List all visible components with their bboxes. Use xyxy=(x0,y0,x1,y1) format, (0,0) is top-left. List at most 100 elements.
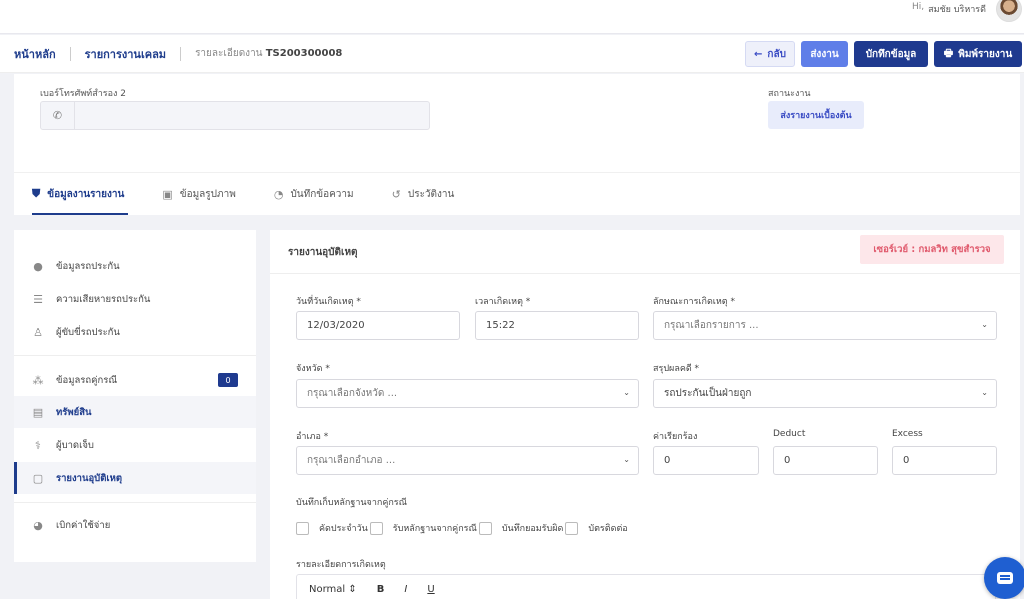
tab-bar: ⛊ ข้อมูลงานรายงาน ▣ ข้อมูลรูปภาพ ◔ บันทึกข้… xyxy=(14,172,1020,215)
excess-field[interactable]: 0 xyxy=(892,446,997,475)
excess-label: Excess xyxy=(892,429,923,439)
phone-icon: ✆ xyxy=(41,102,75,129)
sidebar-item-label: ข้อมูลรถคู่กรณี xyxy=(56,374,118,386)
breadcrumb: หน้าหลัก รายการงานเคลม รายละเอียดงาน TS2… xyxy=(0,35,1024,73)
time-label: เวลาเกิดเหตุ * xyxy=(475,297,531,307)
tab-notes[interactable]: ◔ บันทึกข้อความ xyxy=(274,173,374,215)
rich-text-toolbar: Normal ⇕ B I U xyxy=(296,574,996,599)
claim-amount-field[interactable]: 0 xyxy=(653,446,759,475)
tab-report-info[interactable]: ⛊ ข้อมูลงานรายงาน xyxy=(32,173,144,215)
district-label: อำเภอ * xyxy=(296,432,329,442)
user-outline-icon: ♙ xyxy=(33,325,43,339)
avatar[interactable] xyxy=(996,0,1022,22)
person-icon: ● xyxy=(33,259,43,273)
send-job-button[interactable]: ส่งงาน xyxy=(801,41,848,67)
sidebar-item-accident-report[interactable]: ▢ รายงานอุบัติเหตุ xyxy=(14,462,256,494)
checkbox-admission[interactable] xyxy=(478,521,492,535)
italic-button[interactable]: I xyxy=(404,584,407,595)
tab-history[interactable]: ↺ ประวัติงาน xyxy=(392,173,475,215)
breadcrumb-divider xyxy=(180,46,182,61)
claim-amount-label: ค่าเรียกร้อง xyxy=(653,432,698,442)
tab-images[interactable]: ▣ ข้อมูลรูปภาพ xyxy=(162,173,256,215)
sidebar-item-injured[interactable]: ⚕ ผู้บาดเจ็บ xyxy=(14,429,256,461)
sidebar-item-label: ข้อมูลรถประกัน xyxy=(56,260,120,272)
sidebar: ● ข้อมูลรถประกัน ☰ ความเสียหายรถประกัน ♙ ผู… xyxy=(14,230,256,562)
print-report-button[interactable]: 🖶 พิมพ์รายงาน xyxy=(934,41,1022,67)
chevron-down-icon: ⌄ xyxy=(981,388,988,397)
breadcrumb-detail-prefix: รายละเอียดงาน xyxy=(195,48,263,59)
chevron-down-icon: ⌄ xyxy=(623,388,630,397)
tab-label: บันทึกข้อความ xyxy=(290,188,354,200)
print-label: พิมพ์รายงาน xyxy=(958,48,1013,60)
bold-button[interactable]: B xyxy=(377,584,385,595)
nature-placeholder: กรุณาเลือกรายการ ... xyxy=(664,320,759,331)
checkbox-contact-card[interactable] xyxy=(565,521,579,535)
sidebar-item-label: ความเสียหายรถประกัน xyxy=(56,293,151,305)
greeting-text: Hi, xyxy=(911,2,925,12)
sidebar-item-expenses[interactable]: ◕ เบิกค่าใช้จ่าย xyxy=(14,509,256,541)
result-select[interactable]: รถประกันเป็นฝ่ายถูก ⌄ xyxy=(653,379,997,408)
style-select[interactable]: Normal ⇕ xyxy=(309,584,357,595)
evidence-label: บันทึกเก็บหลักฐานจากคู่กรณี xyxy=(296,498,407,508)
province-select[interactable]: กรุณาเลือกจังหวัด ... ⌄ xyxy=(296,379,639,408)
sidebar-item-property[interactable]: ▤ ทรัพย์สิน xyxy=(14,396,256,428)
shield-icon: ⛊ xyxy=(32,187,41,200)
updown-icon: ⇕ xyxy=(348,583,357,595)
chat-button[interactable] xyxy=(984,557,1024,599)
sidebar-item-label: รายงานอุบัติเหตุ xyxy=(56,472,123,484)
user-name[interactable]: สมชัย บริหารดี xyxy=(928,2,986,16)
chat-icon: ◔ xyxy=(273,187,284,201)
save-label: บักทึกข้อมูล xyxy=(865,48,917,60)
list-icon: ☰ xyxy=(33,292,43,306)
date-field[interactable]: 12/03/2020 xyxy=(296,311,460,340)
sidebar-item-driver[interactable]: ♙ ผู้ขับขี่รถประกัน xyxy=(14,316,256,348)
district-placeholder: กรุณาเลือกอำเภอ ... xyxy=(307,455,396,466)
sidebar-item-damage[interactable]: ☰ ความเสียหายรถประกัน xyxy=(14,283,256,315)
sidebar-divider xyxy=(14,355,256,356)
action-toolbar: ← กลับ ส่งงาน บักทึกข้อมูล 🖶 พิมพ์รายงาน xyxy=(745,41,1022,67)
back-button[interactable]: ← กลับ xyxy=(745,41,795,67)
checkbox-receive-evidence[interactable] xyxy=(369,521,383,535)
accident-report-panel: รายงานอุบัติเหตุ เซอร์เวย์ : กมลวิท สุขส… xyxy=(270,230,1020,599)
nature-select[interactable]: กรุณาเลือกรายการ ... ⌄ xyxy=(653,311,997,340)
chat-icon xyxy=(997,572,1013,584)
tab-label: ข้อมูลรูปภาพ xyxy=(179,188,236,200)
medical-icon: ⚕ xyxy=(35,438,41,452)
printer-icon: 🖶 xyxy=(943,47,954,59)
deduct-field[interactable]: 0 xyxy=(773,446,878,475)
sidebar-divider xyxy=(14,502,256,503)
status-label: สถานะงาน xyxy=(768,89,811,99)
sidebar-item-third-party-car[interactable]: ⁂ ข้อมูลรถคู่กรณี 0 xyxy=(14,364,256,396)
surveyor-badge: เซอร์เวย์ : กมลวิท สุขสำรวจ xyxy=(860,235,1004,264)
checkbox-label: บันทึกยอมรับผิด xyxy=(501,524,564,534)
checkbox-label: บัตรติดต่อ xyxy=(588,524,628,534)
tab-label: ข้อมูลงานรายงาน xyxy=(47,188,125,200)
checkbox-label: รับหลักฐานจากคู่กรณี xyxy=(392,524,477,534)
underline-button[interactable]: U xyxy=(427,584,434,595)
nature-label: ลักษณะการเกิดเหตุ * xyxy=(653,297,736,307)
province-placeholder: กรุณาเลือกจังหวัด ... xyxy=(307,388,398,399)
group-icon: ⁂ xyxy=(32,373,44,387)
result-label: สรุปผลคดี * xyxy=(653,364,700,374)
document-icon: ▤ xyxy=(32,405,44,419)
image-icon: ▣ xyxy=(162,187,173,201)
date-label: วันที่วันเกิดเหตุ * xyxy=(296,297,361,307)
job-info-card: เบอร์โทรศัพท์สำรอง 2 ✆ สถานะงาน ส่งรายงา… xyxy=(14,74,1020,215)
sidebar-item-insured-car[interactable]: ● ข้อมูลรถประกัน xyxy=(14,250,256,282)
breadcrumb-home[interactable]: หน้าหลัก xyxy=(14,45,56,63)
user-greeting: Hi, สมชัย บริหารดี xyxy=(912,2,986,16)
breadcrumb-claims[interactable]: รายการงานเคลม xyxy=(85,45,166,63)
status-badge: ส่งรายงานเบื้องต้น xyxy=(768,101,864,129)
district-select[interactable]: กรุณาเลือกอำเภอ ... ⌄ xyxy=(296,446,639,475)
job-id: TS200300008 xyxy=(265,48,343,59)
result-value: รถประกันเป็นฝ่ายถูก xyxy=(664,388,752,399)
top-bar: Hi, สมชัย บริหารดี xyxy=(0,0,1024,34)
save-button[interactable]: บักทึกข้อมูล xyxy=(854,41,928,67)
phone2-field[interactable]: ✆ xyxy=(40,101,430,130)
checkbox-daily-record[interactable] xyxy=(296,521,309,535)
details-label: รายละเอียดการเกิดเหตุ xyxy=(296,560,386,570)
time-field[interactable]: 15:22 xyxy=(475,311,639,340)
phone2-label: เบอร์โทรศัพท์สำรอง 2 xyxy=(40,89,126,99)
breadcrumb-current: รายละเอียดงาน TS200300008 xyxy=(195,46,342,61)
history-icon: ↺ xyxy=(391,187,401,201)
